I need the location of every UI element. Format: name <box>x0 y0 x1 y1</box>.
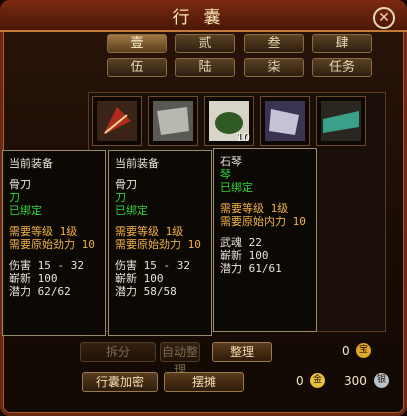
item-slot[interactable] <box>148 96 198 146</box>
tab-4[interactable]: 肆 <box>312 34 372 53</box>
required-level: 需要等级 1级 <box>220 202 289 215</box>
item-name: 骨刀 <box>115 178 137 191</box>
gold-count: 0 <box>296 374 304 388</box>
jade-zither-icon <box>321 101 361 141</box>
split-button[interactable]: 拆分 <box>80 342 156 362</box>
item-quantity: 10 <box>236 131 250 144</box>
title-bar[interactable]: 行囊 ✕ <box>0 0 407 32</box>
item-name: 骨刀 <box>9 178 31 191</box>
item-slot[interactable] <box>316 96 366 146</box>
tab-7[interactable]: 柒 <box>244 58 304 77</box>
potential-stat: 潜力 62/62 <box>9 285 71 298</box>
tab-1[interactable]: 壹 <box>107 34 167 53</box>
required-level: 需要等级 1级 <box>9 225 78 238</box>
bound-status: 已绑定 <box>9 204 42 217</box>
gold-icon: 金 <box>310 373 325 388</box>
item-slot[interactable] <box>92 96 142 146</box>
attack-stat: 伤害 15 - 32 <box>115 259 190 272</box>
potential-stat: 潜力 61/61 <box>220 262 282 275</box>
silver-scroll-icon <box>265 101 305 141</box>
bound-status: 已绑定 <box>115 204 148 217</box>
tab-3[interactable]: 叁 <box>244 34 304 53</box>
hovered-item-tooltip: 石琴 琴 已绑定 需要等级 1级 需要原始内力 10 武魂 22 嶄新 100 … <box>213 148 317 332</box>
required-level: 需要等级 1级 <box>115 225 184 238</box>
soul-stat: 武魂 22 <box>220 236 262 249</box>
item-type: 琴 <box>220 168 231 181</box>
bag-lock-button[interactable]: 行囊加密 <box>82 372 158 392</box>
equipped-item-tooltip: 当前装备 骨刀 刀 已绑定 需要等级 1级 需要原始劲力 10 伤害 15 - … <box>108 150 212 336</box>
required-stat: 需要原始劲力 10 <box>9 238 95 251</box>
tooltip-header: 当前装备 <box>9 157 53 170</box>
close-icon[interactable]: ✕ <box>373 7 395 29</box>
equipped-item-tooltip: 当前装备 骨刀 刀 已绑定 需要等级 1级 需要原始劲力 10 伤害 15 - … <box>2 150 106 336</box>
item-name: 石琴 <box>220 155 242 168</box>
treasure-count: 0 <box>342 344 350 358</box>
tab-2[interactable]: 贰 <box>175 34 235 53</box>
silver-count: 300 <box>344 374 367 388</box>
required-stat: 需要原始内力 10 <box>220 215 306 228</box>
sharpness-stat: 嶄新 100 <box>220 249 269 262</box>
cleaver-blade-icon <box>153 101 193 141</box>
bound-status: 已绑定 <box>220 181 253 194</box>
sharpness-stat: 嶄新 100 <box>9 272 58 285</box>
tab-quest[interactable]: 任务 <box>312 58 372 77</box>
feather-fan-icon <box>97 101 137 141</box>
item-type: 刀 <box>9 191 20 204</box>
silver-icon: 银 <box>374 373 389 388</box>
required-stat: 需要原始劲力 10 <box>115 238 201 251</box>
attack-stat: 伤害 15 - 32 <box>9 259 84 272</box>
sharpness-stat: 嶄新 100 <box>115 272 164 285</box>
potential-stat: 潜力 58/58 <box>115 285 177 298</box>
treasure-icon: 宝 <box>356 343 371 358</box>
tooltip-header: 当前装备 <box>115 157 159 170</box>
sort-button[interactable]: 整理 <box>212 342 272 362</box>
auto-sort-button[interactable]: 自动整理 <box>160 342 200 377</box>
item-slot[interactable]: 10 <box>204 96 254 146</box>
stall-button[interactable]: 摆摊 <box>164 372 244 392</box>
window-title: 行囊 <box>172 8 235 28</box>
tab-6[interactable]: 陆 <box>175 58 235 77</box>
item-slot[interactable] <box>260 96 310 146</box>
tab-5[interactable]: 伍 <box>107 58 167 77</box>
item-type: 刀 <box>115 191 126 204</box>
